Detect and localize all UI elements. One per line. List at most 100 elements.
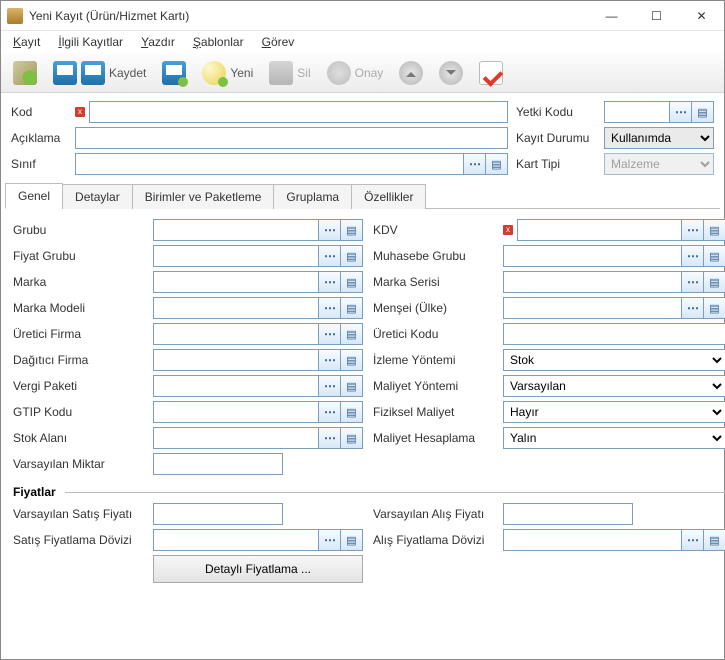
stok-alani-input[interactable] bbox=[153, 427, 319, 449]
uretici-firma-input[interactable] bbox=[153, 323, 319, 345]
minimize-button[interactable]: — bbox=[589, 1, 634, 31]
maliyet-yontemi-select[interactable]: Varsayılan bbox=[503, 375, 725, 397]
toolbar-button-save-new[interactable] bbox=[156, 57, 192, 89]
toolbar-button-up[interactable] bbox=[393, 57, 429, 89]
gtip-lookup-button[interactable] bbox=[319, 401, 341, 423]
uretici-firma-lookup-button[interactable] bbox=[319, 323, 341, 345]
yetki-kodu-list-button[interactable] bbox=[692, 101, 714, 123]
izleme-yontemi-select[interactable]: Stok bbox=[503, 349, 725, 371]
grubu-list-button[interactable] bbox=[341, 219, 363, 241]
label-grubu: Grubu bbox=[13, 223, 143, 237]
marka-lookup-button[interactable] bbox=[319, 271, 341, 293]
vars-alis-input[interactable] bbox=[503, 503, 633, 525]
toolbar-button-kaydet[interactable]: Kaydet bbox=[47, 57, 152, 89]
grubu-input[interactable] bbox=[153, 219, 319, 241]
toolbar-button-sil[interactable]: Sil bbox=[263, 57, 316, 89]
menu-sablonlar[interactable]: Şablonlar bbox=[185, 33, 252, 51]
vergi-paketi-input[interactable] bbox=[153, 375, 319, 397]
marka-serisi-input[interactable] bbox=[503, 271, 682, 293]
maximize-button[interactable]: ☐ bbox=[634, 1, 679, 31]
tab-ozellikler[interactable]: Özellikler bbox=[351, 184, 426, 209]
label-stok-alani: Stok Alanı bbox=[13, 431, 143, 445]
close-button[interactable]: ✕ bbox=[679, 1, 724, 31]
stok-alani-lookup-button[interactable] bbox=[319, 427, 341, 449]
yetki-kodu-field bbox=[604, 101, 714, 123]
uretici-kodu-input[interactable] bbox=[503, 323, 725, 345]
sinif-input[interactable] bbox=[75, 153, 464, 175]
muhasebe-grubu-list-button[interactable] bbox=[704, 245, 725, 267]
marka-modeli-input[interactable] bbox=[153, 297, 319, 319]
gtip-list-button[interactable] bbox=[341, 401, 363, 423]
tab-gruplama[interactable]: Gruplama bbox=[273, 184, 352, 209]
grubu-lookup-button[interactable] bbox=[319, 219, 341, 241]
maliyet-hesaplama-select[interactable]: Yalın bbox=[503, 427, 725, 449]
header-form: Kod x Yetki Kodu Açıklama Kayıt Durumu K… bbox=[1, 93, 724, 181]
save-icon bbox=[53, 61, 77, 85]
toolbar-button-yeni[interactable]: Yeni bbox=[196, 57, 259, 89]
kod-input[interactable] bbox=[89, 101, 508, 123]
tab-genel[interactable]: Genel bbox=[5, 183, 63, 209]
satis-doviz-list-button[interactable] bbox=[341, 529, 363, 551]
menu-yazdir[interactable]: Yazdır bbox=[133, 33, 183, 51]
toolbar-button-check[interactable] bbox=[473, 57, 509, 89]
kayit-durumu-select[interactable]: Kullanımda bbox=[604, 127, 714, 149]
vergi-paketi-lookup-button[interactable] bbox=[319, 375, 341, 397]
gtip-input[interactable] bbox=[153, 401, 319, 423]
uretici-firma-list-button[interactable] bbox=[341, 323, 363, 345]
menu-kayit[interactable]: Kayıt bbox=[5, 33, 48, 51]
tab-detaylar[interactable]: Detaylar bbox=[62, 184, 133, 209]
toolbar-kaydet-label: Kaydet bbox=[109, 66, 146, 80]
marka-modeli-list-button[interactable] bbox=[341, 297, 363, 319]
aciklama-input[interactable] bbox=[75, 127, 508, 149]
dagitici-firma-list-button[interactable] bbox=[341, 349, 363, 371]
label-uretici-firma: Üretici Firma bbox=[13, 327, 143, 341]
muhasebe-grubu-lookup-button[interactable] bbox=[682, 245, 704, 267]
menu-gorev[interactable]: Görev bbox=[254, 33, 303, 51]
stok-alani-list-button[interactable] bbox=[341, 427, 363, 449]
alis-doviz-input[interactable] bbox=[503, 529, 682, 551]
alis-doviz-list-button[interactable] bbox=[704, 529, 725, 551]
mensei-lookup-button[interactable] bbox=[682, 297, 704, 319]
fiyat-grubu-input[interactable] bbox=[153, 245, 319, 267]
dagitici-firma-input[interactable] bbox=[153, 349, 319, 371]
sinif-list-button[interactable] bbox=[486, 153, 508, 175]
kdv-input[interactable] bbox=[517, 219, 682, 241]
toolbar-button-down[interactable] bbox=[433, 57, 469, 89]
fiyat-grubu-list-button[interactable] bbox=[341, 245, 363, 267]
required-icon: x bbox=[503, 225, 513, 235]
vars-satis-input[interactable] bbox=[153, 503, 283, 525]
app-icon bbox=[7, 8, 23, 24]
vergi-paketi-list-button[interactable] bbox=[341, 375, 363, 397]
yetki-kodu-lookup-button[interactable] bbox=[670, 101, 692, 123]
alis-doviz-lookup-button[interactable] bbox=[682, 529, 704, 551]
kart-tipi-select[interactable]: Malzeme bbox=[604, 153, 714, 175]
sinif-lookup-button[interactable] bbox=[464, 153, 486, 175]
marka-serisi-lookup-button[interactable] bbox=[682, 271, 704, 293]
approve-icon bbox=[327, 61, 351, 85]
mensei-input[interactable] bbox=[503, 297, 682, 319]
kdv-list-button[interactable] bbox=[704, 219, 725, 241]
tab-birimler[interactable]: Birimler ve Paketleme bbox=[132, 184, 275, 209]
toolbar-button-play[interactable] bbox=[7, 57, 43, 89]
kdv-lookup-button[interactable] bbox=[682, 219, 704, 241]
fiyat-grubu-lookup-button[interactable] bbox=[319, 245, 341, 267]
fiziksel-maliyet-select[interactable]: Hayır bbox=[503, 401, 725, 423]
marka-serisi-list-button[interactable] bbox=[704, 271, 725, 293]
label-fiyat-grubu: Fiyat Grubu bbox=[13, 249, 143, 263]
satis-doviz-input[interactable] bbox=[153, 529, 319, 551]
marka-modeli-lookup-button[interactable] bbox=[319, 297, 341, 319]
muhasebe-grubu-input[interactable] bbox=[503, 245, 682, 267]
label-marka-modeli: Marka Modeli bbox=[13, 301, 143, 315]
menu-ilgili-kayitlar[interactable]: İlgili Kayıtlar bbox=[50, 33, 131, 51]
satis-doviz-lookup-button[interactable] bbox=[319, 529, 341, 551]
detayli-fiyatlama-button[interactable]: Detaylı Fiyatlama ... bbox=[153, 555, 363, 583]
toolbar-button-onay[interactable]: Onay bbox=[321, 57, 390, 89]
yetki-kodu-input[interactable] bbox=[604, 101, 670, 123]
mensei-list-button[interactable] bbox=[704, 297, 725, 319]
dagitici-firma-lookup-button[interactable] bbox=[319, 349, 341, 371]
toolbar-yeni-label: Yeni bbox=[230, 66, 253, 80]
varsayilan-miktar-input[interactable] bbox=[153, 453, 283, 475]
marka-list-button[interactable] bbox=[341, 271, 363, 293]
marka-input[interactable] bbox=[153, 271, 319, 293]
label-mensei: Menşei (Ülke) bbox=[373, 301, 493, 315]
